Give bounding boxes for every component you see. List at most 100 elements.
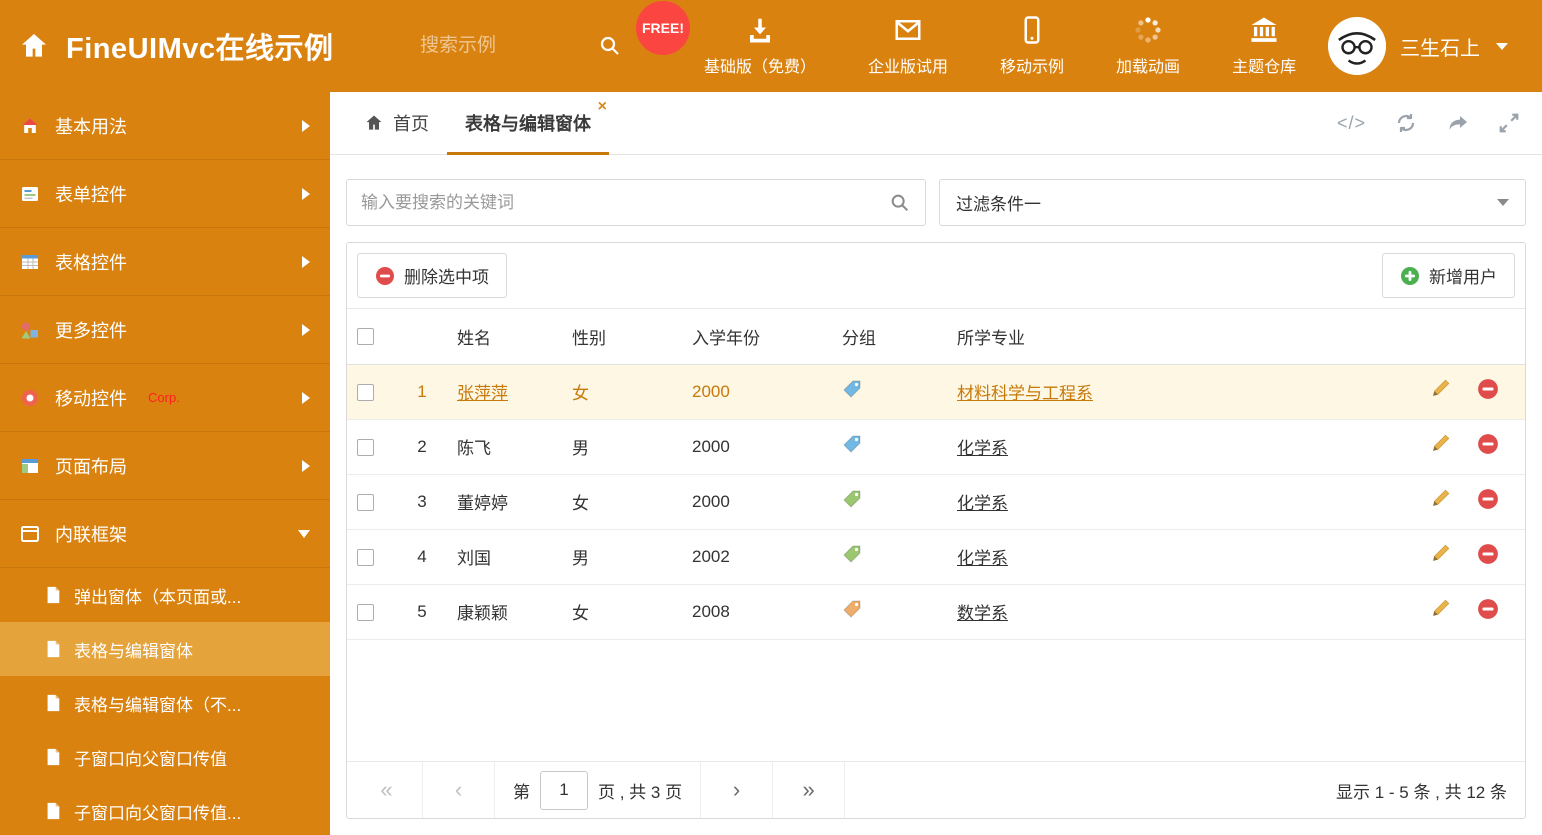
table-row[interactable]: 5 康颖颖 女 2008 数学系 <box>347 584 1525 640</box>
page-number-input[interactable] <box>540 770 588 810</box>
pagination-bar: « ‹ 第 页 , 共 3 页 › » 显示 1 - 5 条 , 共 12 条 <box>347 761 1525 818</box>
edit-icon[interactable] <box>1429 598 1451 620</box>
table-row[interactable]: 2 陈飞 男 2000 化学系 <box>347 419 1525 475</box>
edit-icon[interactable] <box>1429 433 1451 455</box>
keyword-search-box <box>346 179 926 226</box>
tag-icon <box>842 545 862 568</box>
close-icon[interactable]: × <box>598 99 607 115</box>
column-header-year: 入学年份 <box>682 309 832 365</box>
sidebar-subitem-label: 子窗口向父窗口传值... <box>74 803 242 823</box>
top-search-input[interactable] <box>420 35 560 57</box>
next-page-button[interactable]: › <box>701 762 774 818</box>
plus-circle-icon <box>1400 266 1420 286</box>
major-link[interactable]: 材料科学与工程系 <box>957 384 1093 403</box>
sidebar-item-page-layout[interactable]: 页面布局 <box>0 432 330 500</box>
filter-dropdown[interactable]: 过滤条件一 <box>939 179 1526 226</box>
cell-year: 2000 <box>682 419 832 475</box>
table-row[interactable]: 1 张萍萍 女 2000 材料科学与工程系 <box>347 364 1525 420</box>
sidebar-subitem-label: 表格与编辑窗体 <box>74 641 193 661</box>
corp-badge: Corp. <box>148 390 180 405</box>
search-icon[interactable] <box>598 34 622 58</box>
nav-item-mobile-demo[interactable]: 移动示例 <box>1000 15 1064 77</box>
cell-name: 董婷婷 <box>457 494 508 513</box>
row-checkbox[interactable] <box>357 493 374 511</box>
sidebar-item-label: 移动控件 <box>55 388 127 409</box>
chevron-right-icon <box>302 323 310 336</box>
row-checkbox[interactable] <box>357 548 374 566</box>
column-header-major: 所学专业 <box>947 309 1419 365</box>
top-bar: FineUIMvc在线示例 FREE! 基础版（免费） 企业版试用 移动示例 <box>0 0 1542 92</box>
sidebar-item-more-controls[interactable]: 更多控件 <box>0 296 330 364</box>
cell-name: 康颖颖 <box>457 604 508 623</box>
source-code-icon[interactable]: </> <box>1337 113 1366 134</box>
row-index: 2 <box>397 419 447 475</box>
major-link[interactable]: 化学系 <box>957 439 1008 458</box>
top-search <box>420 34 640 58</box>
delete-icon[interactable] <box>1477 433 1499 455</box>
sidebar-item-inline-frame[interactable]: 内联框架 <box>0 500 330 568</box>
sidebar-subitem-grid-edit-window-2[interactable]: 表格与编辑窗体（不... <box>0 676 330 730</box>
chevron-right-icon <box>302 187 310 200</box>
free-badge: FREE! <box>636 1 690 55</box>
major-link[interactable]: 数学系 <box>957 604 1008 623</box>
major-link[interactable]: 化学系 <box>957 494 1008 513</box>
edit-icon[interactable] <box>1429 378 1451 400</box>
keyword-search-input[interactable] <box>361 192 889 213</box>
expand-icon[interactable] <box>1498 112 1520 134</box>
sidebar-subitem-grid-edit-window[interactable]: 表格与编辑窗体 <box>0 622 330 676</box>
delete-selected-label: 删除选中项 <box>404 268 489 287</box>
delete-icon[interactable] <box>1477 598 1499 620</box>
table-row[interactable]: 3 董婷婷 女 2000 化学系 <box>347 474 1525 530</box>
delete-icon[interactable] <box>1477 543 1499 565</box>
sidebar-item-label: 更多控件 <box>55 320 127 341</box>
home-icon[interactable] <box>18 30 50 62</box>
search-icon[interactable] <box>889 192 911 214</box>
sidebar-subitem-popup-window[interactable]: 弹出窗体（本页面或... <box>0 568 330 622</box>
nav-item-loading-animation[interactable]: 加载动画 <box>1116 15 1180 77</box>
edit-icon[interactable] <box>1429 543 1451 565</box>
sidebar-item-mobile-controls[interactable]: 移动控件 Corp. <box>0 364 330 432</box>
edit-icon[interactable] <box>1429 488 1451 510</box>
column-header-gender: 性别 <box>562 309 682 365</box>
tab-grid-edit-window[interactable]: 表格与编辑窗体 × <box>447 92 609 155</box>
sidebar-item-grid-controls[interactable]: 表格控件 <box>0 228 330 296</box>
sidebar-subitem-child-to-parent-2[interactable]: 子窗口向父窗口传值... <box>0 784 330 835</box>
add-user-label: 新增用户 <box>1429 268 1497 287</box>
refresh-icon[interactable] <box>1394 111 1418 135</box>
document-icon <box>44 748 62 766</box>
row-index: 3 <box>397 474 447 530</box>
first-page-button[interactable]: « <box>351 762 423 818</box>
nav-item-label: 加载动画 <box>1116 59 1181 76</box>
sidebar-item-form-controls[interactable]: 表单控件 <box>0 160 330 228</box>
page-number-group: 第 页 , 共 3 页 <box>495 762 702 818</box>
cell-gender: 女 <box>562 474 682 530</box>
delete-icon[interactable] <box>1477 378 1499 400</box>
nav-item-label: 移动示例 <box>1000 59 1065 76</box>
chevron-right-icon <box>302 391 310 404</box>
row-checkbox[interactable] <box>357 603 374 621</box>
table-row[interactable]: 4 刘国 男 2002 化学系 <box>347 529 1525 585</box>
row-checkbox[interactable] <box>357 438 374 456</box>
tab-home[interactable]: 首页 <box>346 92 447 154</box>
sidebar-item-label: 表单控件 <box>55 184 127 205</box>
tab-bar: 首页 表格与编辑窗体 × </> <box>330 92 1542 155</box>
tab-label: 首页 <box>393 114 429 134</box>
nav-item-enterprise-trial[interactable]: 企业版试用 <box>868 15 948 77</box>
delete-icon[interactable] <box>1477 488 1499 510</box>
delete-selected-button[interactable]: 删除选中项 <box>357 253 507 298</box>
row-checkbox[interactable] <box>357 383 374 401</box>
nav-item-basic-free[interactable]: FREE! 基础版（免费） <box>636 1 816 77</box>
cell-gender: 女 <box>562 584 682 640</box>
document-icon <box>44 586 62 604</box>
prev-page-button[interactable]: ‹ <box>423 762 495 818</box>
user-menu[interactable]: 三生石上 <box>1328 17 1542 75</box>
major-link[interactable]: 化学系 <box>957 549 1008 568</box>
nav-item-theme-repo[interactable]: 主题仓库 <box>1232 15 1296 77</box>
sidebar-item-basic-usage[interactable]: 基本用法 <box>0 92 330 160</box>
share-icon[interactable] <box>1446 111 1470 135</box>
top-nav: FREE! 基础版（免费） 企业版试用 移动示例 加载动画 主题仓库 <box>636 1 1296 77</box>
last-page-button[interactable]: » <box>773 762 846 818</box>
select-all-checkbox[interactable] <box>357 328 374 346</box>
sidebar-subitem-child-to-parent[interactable]: 子窗口向父窗口传值 <box>0 730 330 784</box>
add-user-button[interactable]: 新增用户 <box>1382 253 1515 298</box>
